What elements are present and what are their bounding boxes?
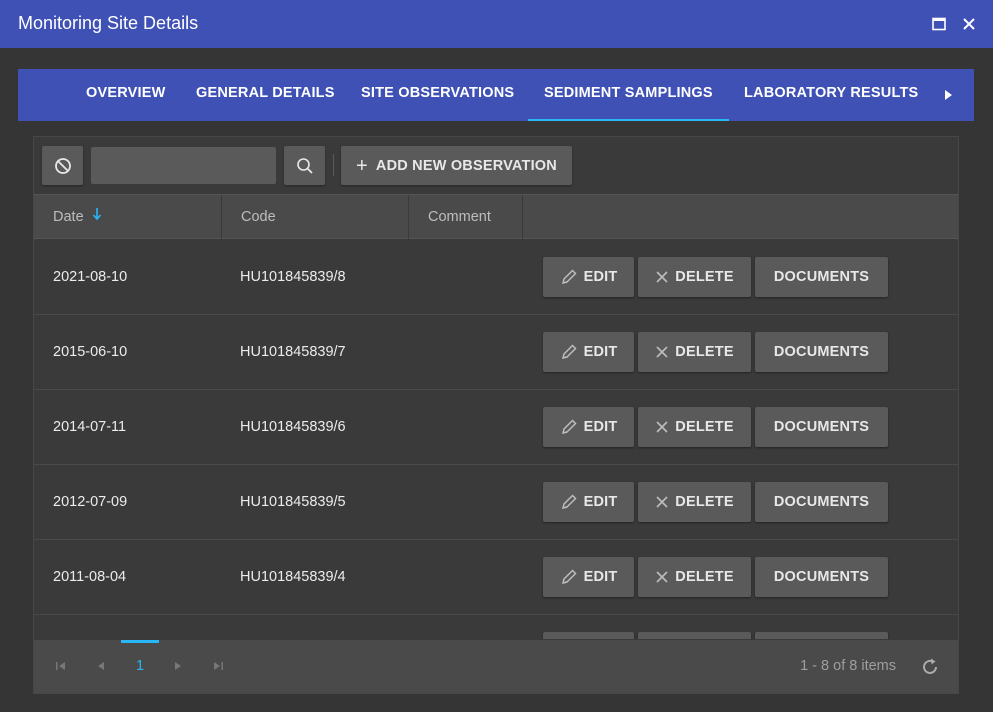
- cell-code: HU101845839/6: [240, 419, 346, 435]
- documents-label: DOCUMENTS: [773, 494, 870, 510]
- tab-general-details[interactable]: GENERAL DETAILS: [196, 69, 335, 121]
- edit-button[interactable]: EDIT: [543, 332, 634, 372]
- cancel-icon: [54, 157, 71, 174]
- cell-date: 2012-07-09: [53, 494, 128, 510]
- delete-button[interactable]: DELETE: [638, 482, 751, 522]
- search-input[interactable]: [91, 147, 276, 184]
- close-icon: [656, 421, 668, 433]
- close-icon: [656, 271, 668, 283]
- pencil-icon: [561, 344, 577, 360]
- delete-button[interactable]: DELETE: [638, 407, 751, 447]
- edit-button[interactable]: EDIT: [543, 257, 634, 297]
- grid-pager: 1 1 - 8 of 8 items: [34, 640, 958, 693]
- tab-strip: OVERVIEW GENERAL DETAILS SITE OBSERVATIO…: [18, 69, 974, 121]
- delete-button[interactable]: DELETE: [638, 632, 751, 639]
- plus-icon: +: [356, 154, 368, 177]
- table-row[interactable]: EDIT DELETE DOCUMENTS: [34, 615, 958, 639]
- sort-descending-icon: [92, 195, 102, 239]
- delete-label: DELETE: [675, 419, 734, 435]
- documents-button[interactable]: DOCUMENTS: [755, 632, 888, 639]
- search-button[interactable]: [284, 146, 325, 185]
- cell-code: HU101845839/4: [240, 569, 346, 585]
- documents-label: DOCUMENTS: [773, 269, 870, 285]
- documents-button[interactable]: DOCUMENTS: [755, 257, 888, 297]
- documents-label: DOCUMENTS: [773, 569, 870, 585]
- tab-laboratory-results[interactable]: LABORATORY RESULTS: [744, 69, 918, 121]
- column-header-code[interactable]: Code: [222, 195, 409, 239]
- maximize-icon[interactable]: [929, 14, 949, 34]
- window-title: Monitoring Site Details: [18, 13, 199, 33]
- delete-button[interactable]: DELETE: [638, 332, 751, 372]
- edit-label: EDIT: [583, 569, 618, 585]
- grid-toolbar: + ADD NEW OBSERVATION: [34, 137, 958, 193]
- pencil-icon: [561, 569, 577, 585]
- table-row[interactable]: 2021-08-10 HU101845839/8 EDIT DELETE DOCUMEN…: [34, 240, 958, 315]
- column-header-date[interactable]: Date: [34, 195, 222, 239]
- edit-label: EDIT: [583, 494, 618, 510]
- delete-label: DELETE: [675, 569, 734, 585]
- delete-button[interactable]: DELETE: [638, 557, 751, 597]
- next-page-icon[interactable]: [170, 658, 186, 674]
- previous-page-icon[interactable]: [93, 658, 109, 674]
- add-new-observation-label: ADD NEW OBSERVATION: [375, 157, 557, 174]
- cell-date: 2014-07-11: [53, 419, 127, 435]
- refresh-icon[interactable]: [920, 657, 940, 677]
- delete-label: DELETE: [675, 344, 734, 360]
- edit-button[interactable]: EDIT: [543, 557, 634, 597]
- cell-code: HU101845839/7: [240, 344, 346, 360]
- documents-button[interactable]: DOCUMENTS: [755, 332, 888, 372]
- close-icon[interactable]: [959, 14, 979, 34]
- delete-label: DELETE: [675, 269, 734, 285]
- edit-button[interactable]: EDIT: [543, 407, 634, 447]
- pencil-icon: [561, 269, 577, 285]
- dialog-content: OVERVIEW GENERAL DETAILS SITE OBSERVATIO…: [0, 48, 993, 712]
- delete-label: DELETE: [675, 494, 734, 510]
- grid-body: 2021-08-10 HU101845839/8 EDIT DELETE DOCUMEN…: [34, 240, 958, 639]
- column-header-comment[interactable]: Comment: [409, 195, 523, 239]
- add-new-observation-button[interactable]: + ADD NEW OBSERVATION: [341, 146, 572, 185]
- documents-button[interactable]: DOCUMENTS: [755, 482, 888, 522]
- first-page-icon[interactable]: [53, 658, 69, 674]
- delete-button[interactable]: DELETE: [638, 257, 751, 297]
- cell-date: 2011-08-04: [53, 569, 127, 585]
- close-icon: [656, 571, 668, 583]
- documents-label: DOCUMENTS: [773, 344, 870, 360]
- tab-scroll-right-icon[interactable]: [940, 87, 956, 103]
- last-page-icon[interactable]: [210, 658, 226, 674]
- tab-site-observations[interactable]: SITE OBSERVATIONS: [361, 69, 514, 121]
- pencil-icon: [561, 419, 577, 435]
- page-number-current[interactable]: 1: [121, 640, 159, 693]
- documents-button[interactable]: DOCUMENTS: [755, 407, 888, 447]
- title-bar: Monitoring Site Details: [0, 0, 993, 48]
- table-row[interactable]: 2012-07-09 HU101845839/5 EDIT DELETE DOCUMEN…: [34, 465, 958, 540]
- clear-filter-button[interactable]: [42, 146, 83, 185]
- close-icon: [656, 346, 668, 358]
- toolbar-separator: [333, 154, 334, 176]
- pager-info: 1 - 8 of 8 items: [800, 658, 896, 674]
- edit-button[interactable]: EDIT: [543, 482, 634, 522]
- edit-label: EDIT: [583, 269, 618, 285]
- edit-label: EDIT: [583, 344, 618, 360]
- cell-code: HU101845839/8: [240, 269, 346, 285]
- sediment-samplings-grid: + ADD NEW OBSERVATION Date Code Comment …: [33, 136, 959, 694]
- close-icon: [656, 496, 668, 508]
- table-row[interactable]: 2014-07-11 HU101845839/6 EDIT DELETE DOCUMEN…: [34, 390, 958, 465]
- cell-date: 2021-08-10: [53, 269, 128, 285]
- table-row[interactable]: 2015-06-10 HU101845839/7 EDIT DELETE DOCUMEN…: [34, 315, 958, 390]
- tab-sediment-samplings[interactable]: SEDIMENT SAMPLINGS: [528, 69, 729, 121]
- documents-label: DOCUMENTS: [773, 419, 870, 435]
- tab-overview[interactable]: OVERVIEW: [86, 69, 166, 121]
- edit-button[interactable]: EDIT: [543, 632, 634, 639]
- grid-header: Date Code Comment: [34, 194, 958, 239]
- cell-date: 2015-06-10: [53, 344, 128, 360]
- search-icon: [296, 157, 313, 174]
- documents-button[interactable]: DOCUMENTS: [755, 557, 888, 597]
- edit-label: EDIT: [583, 419, 618, 435]
- table-row[interactable]: 2011-08-04 HU101845839/4 EDIT DELETE DOCUMEN…: [34, 540, 958, 615]
- pencil-icon: [561, 494, 577, 510]
- cell-code: HU101845839/5: [240, 494, 346, 510]
